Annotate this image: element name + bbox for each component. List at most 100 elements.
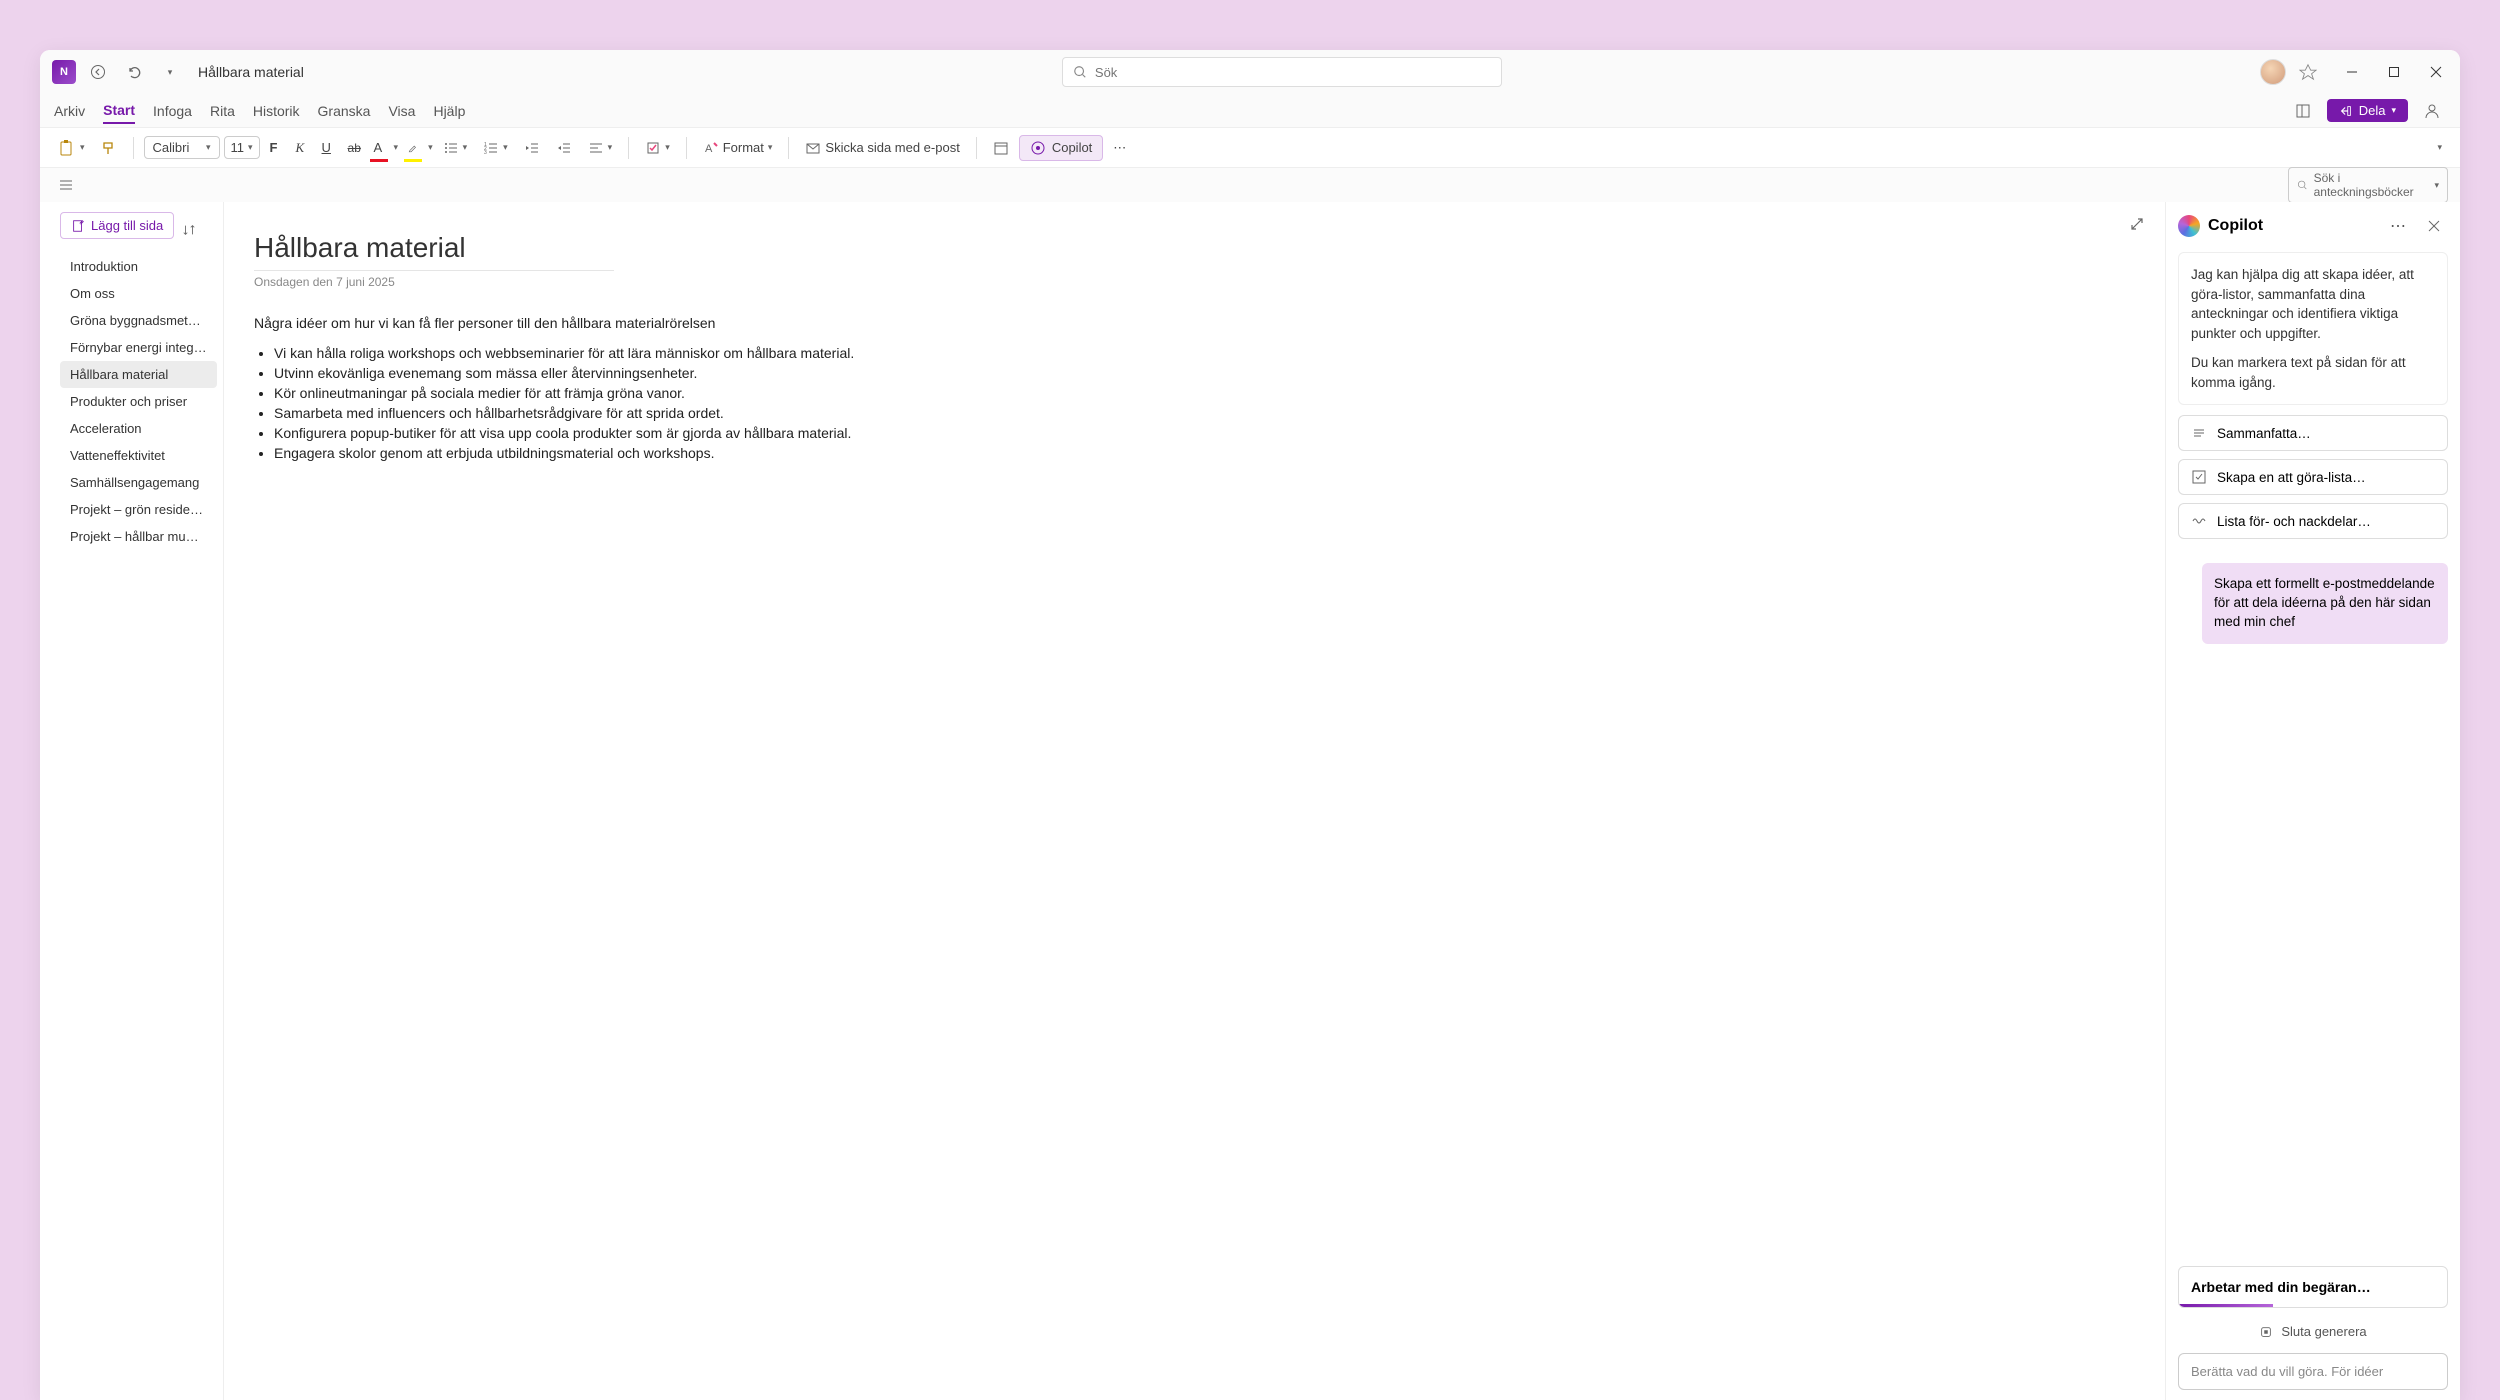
expand-button[interactable] (2129, 216, 2145, 232)
tab-historik[interactable]: Historik (253, 99, 300, 123)
tag-button[interactable]: ▾ (639, 136, 676, 160)
account-icon[interactable] (2418, 97, 2446, 125)
font-color-button[interactable]: A (368, 136, 390, 159)
nav-toggle-button[interactable] (52, 171, 80, 199)
formatting-toolbar: ▾ Calibri▾ 11▾ F K U ab A ▾ ▾ ▾ 123▾ ▾ ▾… (40, 128, 2460, 168)
page-item[interactable]: Om oss (60, 280, 217, 307)
sub-toolbar: Sök i anteckningsböcker ▾ (40, 168, 2460, 202)
notebook-search[interactable]: Sök i anteckningsböcker ▾ (2288, 167, 2448, 203)
italic-button[interactable]: K (290, 136, 312, 160)
svg-text:A: A (705, 143, 713, 155)
app-window: N ▾ Hållbara material Arkiv Start Infog (40, 50, 2460, 1400)
copilot-input[interactable]: Berätta vad du vill göra. För idéer (2178, 1353, 2448, 1390)
ribbon-collapse-button[interactable]: ▾ (2431, 138, 2448, 157)
copilot-panel: Copilot ⋯ Jag kan hjälpa dig att skapa i… (2165, 202, 2460, 1400)
list-icon (2191, 425, 2207, 441)
outdent-button[interactable] (518, 136, 546, 160)
page-item[interactable]: Projekt – hållbar mu… (60, 523, 217, 550)
user-message: Skapa ett formellt e-postmeddelande för … (2202, 563, 2448, 644)
document-title: Hållbara material (198, 64, 304, 80)
copilot-close-button[interactable] (2420, 212, 2448, 240)
tab-rita[interactable]: Rita (210, 99, 235, 123)
main-content: Lägg till sida Introduktion Om oss Gröna… (40, 202, 2460, 1400)
page-item[interactable]: Produkter och priser (60, 388, 217, 415)
working-status: Arbetar med din begäran… (2178, 1266, 2448, 1308)
copilot-logo-icon (2178, 215, 2200, 237)
search-icon (1073, 65, 1087, 79)
undo-button[interactable] (120, 58, 148, 86)
bullet-list-button[interactable]: ▾ (437, 136, 474, 160)
intro-text[interactable]: Några idéer om hur vi kan få fler person… (254, 315, 2135, 331)
bold-button[interactable]: F (264, 136, 286, 159)
reading-view-button[interactable] (2289, 97, 2317, 125)
font-family-select[interactable]: Calibri▾ (144, 136, 220, 159)
bullet-list[interactable]: Vi kan hålla roliga workshops och webbse… (254, 345, 2135, 461)
format-dropdown[interactable]: A Format▾ (697, 136, 779, 160)
page-item[interactable]: Hållbara material (60, 361, 217, 388)
suggestion-pros-cons[interactable]: Lista för- och nackdelar… (2178, 503, 2448, 539)
align-button[interactable]: ▾ (582, 136, 619, 160)
underline-button[interactable]: U (316, 136, 338, 159)
bullet-item[interactable]: Konfigurera popup-butiker för att visa u… (274, 425, 2135, 441)
tab-visa[interactable]: Visa (388, 99, 415, 123)
titlebar: N ▾ Hållbara material (40, 50, 2460, 94)
page-date: Onsdagen den 7 juni 2025 (254, 275, 2135, 289)
tab-infoga[interactable]: Infoga (153, 99, 192, 123)
bullet-item[interactable]: Vi kan hålla roliga workshops och webbse… (274, 345, 2135, 361)
tab-granska[interactable]: Granska (318, 99, 371, 123)
copilot-toolbar-button[interactable]: Copilot (1019, 135, 1103, 161)
page-item[interactable]: Gröna byggnadsmetoder (60, 307, 217, 334)
page-item[interactable]: Acceleration (60, 415, 217, 442)
notebook-search-placeholder: Sök i anteckningsböcker (2314, 171, 2429, 199)
add-page-icon (71, 219, 85, 233)
add-page-button[interactable]: Lägg till sida (60, 212, 174, 239)
email-page-button[interactable]: Skicka sida med e-post (799, 136, 965, 160)
share-button[interactable]: Dela ▾ (2327, 99, 2408, 122)
copilot-more-button[interactable]: ⋯ (2384, 212, 2412, 240)
page-item[interactable]: Samhällsengagemang (60, 469, 217, 496)
user-avatar[interactable] (2260, 59, 2286, 85)
close-button[interactable] (2424, 60, 2448, 84)
format-painter-button[interactable] (95, 136, 123, 160)
bullet-item[interactable]: Kör onlineutmaningar på sociala medier f… (274, 385, 2135, 401)
back-button[interactable] (84, 58, 112, 86)
page-item[interactable]: Förnybar energi integr… (60, 334, 217, 361)
page-title[interactable]: Hållbara material (254, 232, 614, 271)
bullet-item[interactable]: Samarbeta med influencers och hållbarhet… (274, 405, 2135, 421)
tab-hjalp[interactable]: Hjälp (433, 99, 465, 123)
checkbox-icon (2191, 469, 2207, 485)
search-icon (2297, 179, 2308, 191)
global-search[interactable] (1062, 57, 1502, 87)
page-item[interactable]: Projekt – grön resident … (60, 496, 217, 523)
suggestion-summarize[interactable]: Sammanfatta… (2178, 415, 2448, 451)
page-item[interactable]: Introduktion (60, 253, 217, 280)
page-list-sidebar: Lägg till sida Introduktion Om oss Gröna… (54, 202, 224, 1400)
search-input[interactable] (1095, 65, 1491, 80)
mail-icon (805, 140, 821, 156)
tab-start[interactable]: Start (103, 98, 135, 124)
copilot-icon (1030, 140, 1046, 156)
sort-pages-button[interactable] (182, 223, 196, 237)
page-editor[interactable]: Hållbara material Onsdagen den 7 juni 20… (224, 202, 2165, 1400)
font-size-select[interactable]: 11▾ (224, 136, 260, 159)
wave-icon (2191, 513, 2207, 529)
maximize-button[interactable] (2382, 60, 2406, 84)
highlight-button[interactable] (402, 137, 424, 159)
tab-arkiv[interactable]: Arkiv (54, 99, 85, 123)
svg-text:3: 3 (484, 150, 487, 156)
strikethrough-button[interactable]: ab (342, 137, 364, 159)
stop-generating-button[interactable]: Sluta generera (2178, 1318, 2448, 1345)
premium-icon[interactable] (2294, 58, 2322, 86)
bullet-item[interactable]: Utvinn ekovänliga evenemang som mässa el… (274, 365, 2135, 381)
minimize-button[interactable] (2340, 60, 2364, 84)
bullet-item[interactable]: Engagera skolor genom att erbjuda utbild… (274, 445, 2135, 461)
paste-button[interactable]: ▾ (52, 135, 91, 161)
share-label: Dela (2359, 103, 2386, 118)
indent-button[interactable] (550, 136, 578, 160)
page-item[interactable]: Vatteneffektivitet (60, 442, 217, 469)
numbered-list-button[interactable]: 123▾ (477, 136, 514, 160)
suggestion-todo[interactable]: Skapa en att göra-lista… (2178, 459, 2448, 495)
more-button[interactable]: ⋯ (1107, 136, 1132, 160)
meeting-details-button[interactable] (987, 136, 1015, 160)
customize-qat-dropdown[interactable]: ▾ (156, 58, 184, 86)
